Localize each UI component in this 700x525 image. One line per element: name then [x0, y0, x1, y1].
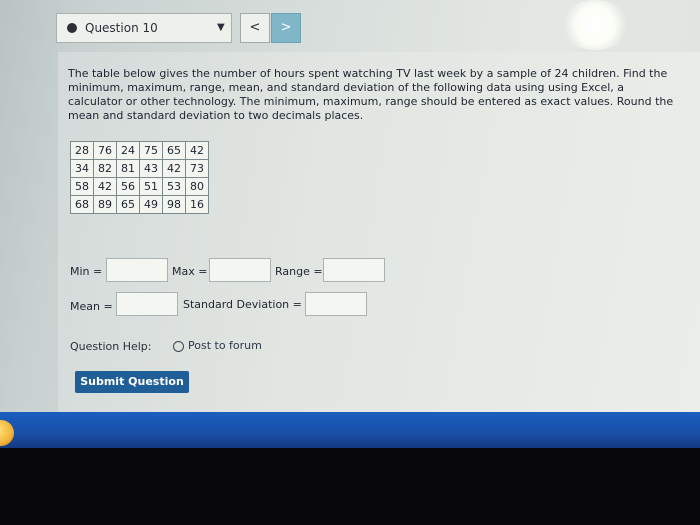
table-cell: 65 — [116, 195, 140, 214]
question-help-label: Question Help: — [70, 340, 152, 353]
table-cell: 68 — [70, 195, 94, 214]
max-label: Max = — [172, 265, 208, 278]
question-prompt: The table below gives the number of hour… — [68, 67, 674, 122]
table-row: 58 42 56 51 53 80 — [70, 177, 209, 196]
range-input[interactable] — [323, 258, 385, 282]
table-cell: 56 — [116, 177, 140, 196]
table-cell: 49 — [139, 195, 163, 214]
forum-icon — [173, 341, 184, 352]
data-table: 28 76 24 75 65 42 34 82 81 43 42 73 58 42 56 51 53 80 68 89… — [70, 141, 209, 214]
table-row: 34 82 81 43 42 73 — [70, 159, 209, 178]
table-cell: 43 — [139, 159, 163, 178]
table-cell: 24 — [116, 141, 140, 160]
table-cell: 82 — [93, 159, 117, 178]
table-cell: 75 — [139, 141, 163, 160]
submit-question-button[interactable]: Submit Question — [75, 371, 189, 393]
monitor-bezel — [0, 448, 700, 525]
browser-screen: Question 10 ▼ < > The table below gives … — [0, 0, 700, 425]
standard-deviation-label: Standard Deviation = — [183, 298, 302, 311]
table-cell: 89 — [93, 195, 117, 214]
table-cell: 58 — [70, 177, 94, 196]
question-status-dot-icon — [67, 23, 77, 33]
range-label: Range = — [275, 265, 323, 278]
previous-question-button[interactable]: < — [240, 13, 270, 43]
table-cell: 81 — [116, 159, 140, 178]
table-row: 68 89 65 49 98 16 — [70, 195, 209, 214]
table-cell: 98 — [162, 195, 186, 214]
taskbar — [0, 412, 700, 448]
mean-input[interactable] — [116, 292, 178, 316]
table-cell: 34 — [70, 159, 94, 178]
table-cell: 53 — [162, 177, 186, 196]
table-row: 28 76 24 75 65 42 — [70, 141, 209, 160]
table-cell: 42 — [162, 159, 186, 178]
table-cell: 73 — [185, 159, 209, 178]
table-cell: 51 — [139, 177, 163, 196]
min-input[interactable] — [106, 258, 168, 282]
table-cell: 28 — [70, 141, 94, 160]
table-cell: 80 — [185, 177, 209, 196]
chevron-down-icon: ▼ — [217, 22, 225, 33]
table-cell: 42 — [93, 177, 117, 196]
table-cell: 76 — [93, 141, 117, 160]
max-input[interactable] — [209, 258, 271, 282]
question-label: Question 10 — [85, 21, 158, 35]
post-to-forum-link[interactable]: Post to forum — [188, 339, 262, 352]
mean-label: Mean = — [70, 300, 113, 313]
min-label: Min = — [70, 265, 103, 278]
table-cell: 42 — [185, 141, 209, 160]
table-cell: 65 — [162, 141, 186, 160]
table-cell: 16 — [185, 195, 209, 214]
screen-glare — [560, 0, 630, 50]
question-selector[interactable]: Question 10 ▼ — [56, 13, 232, 43]
standard-deviation-input[interactable] — [305, 292, 367, 316]
next-question-button[interactable]: > — [271, 13, 301, 43]
